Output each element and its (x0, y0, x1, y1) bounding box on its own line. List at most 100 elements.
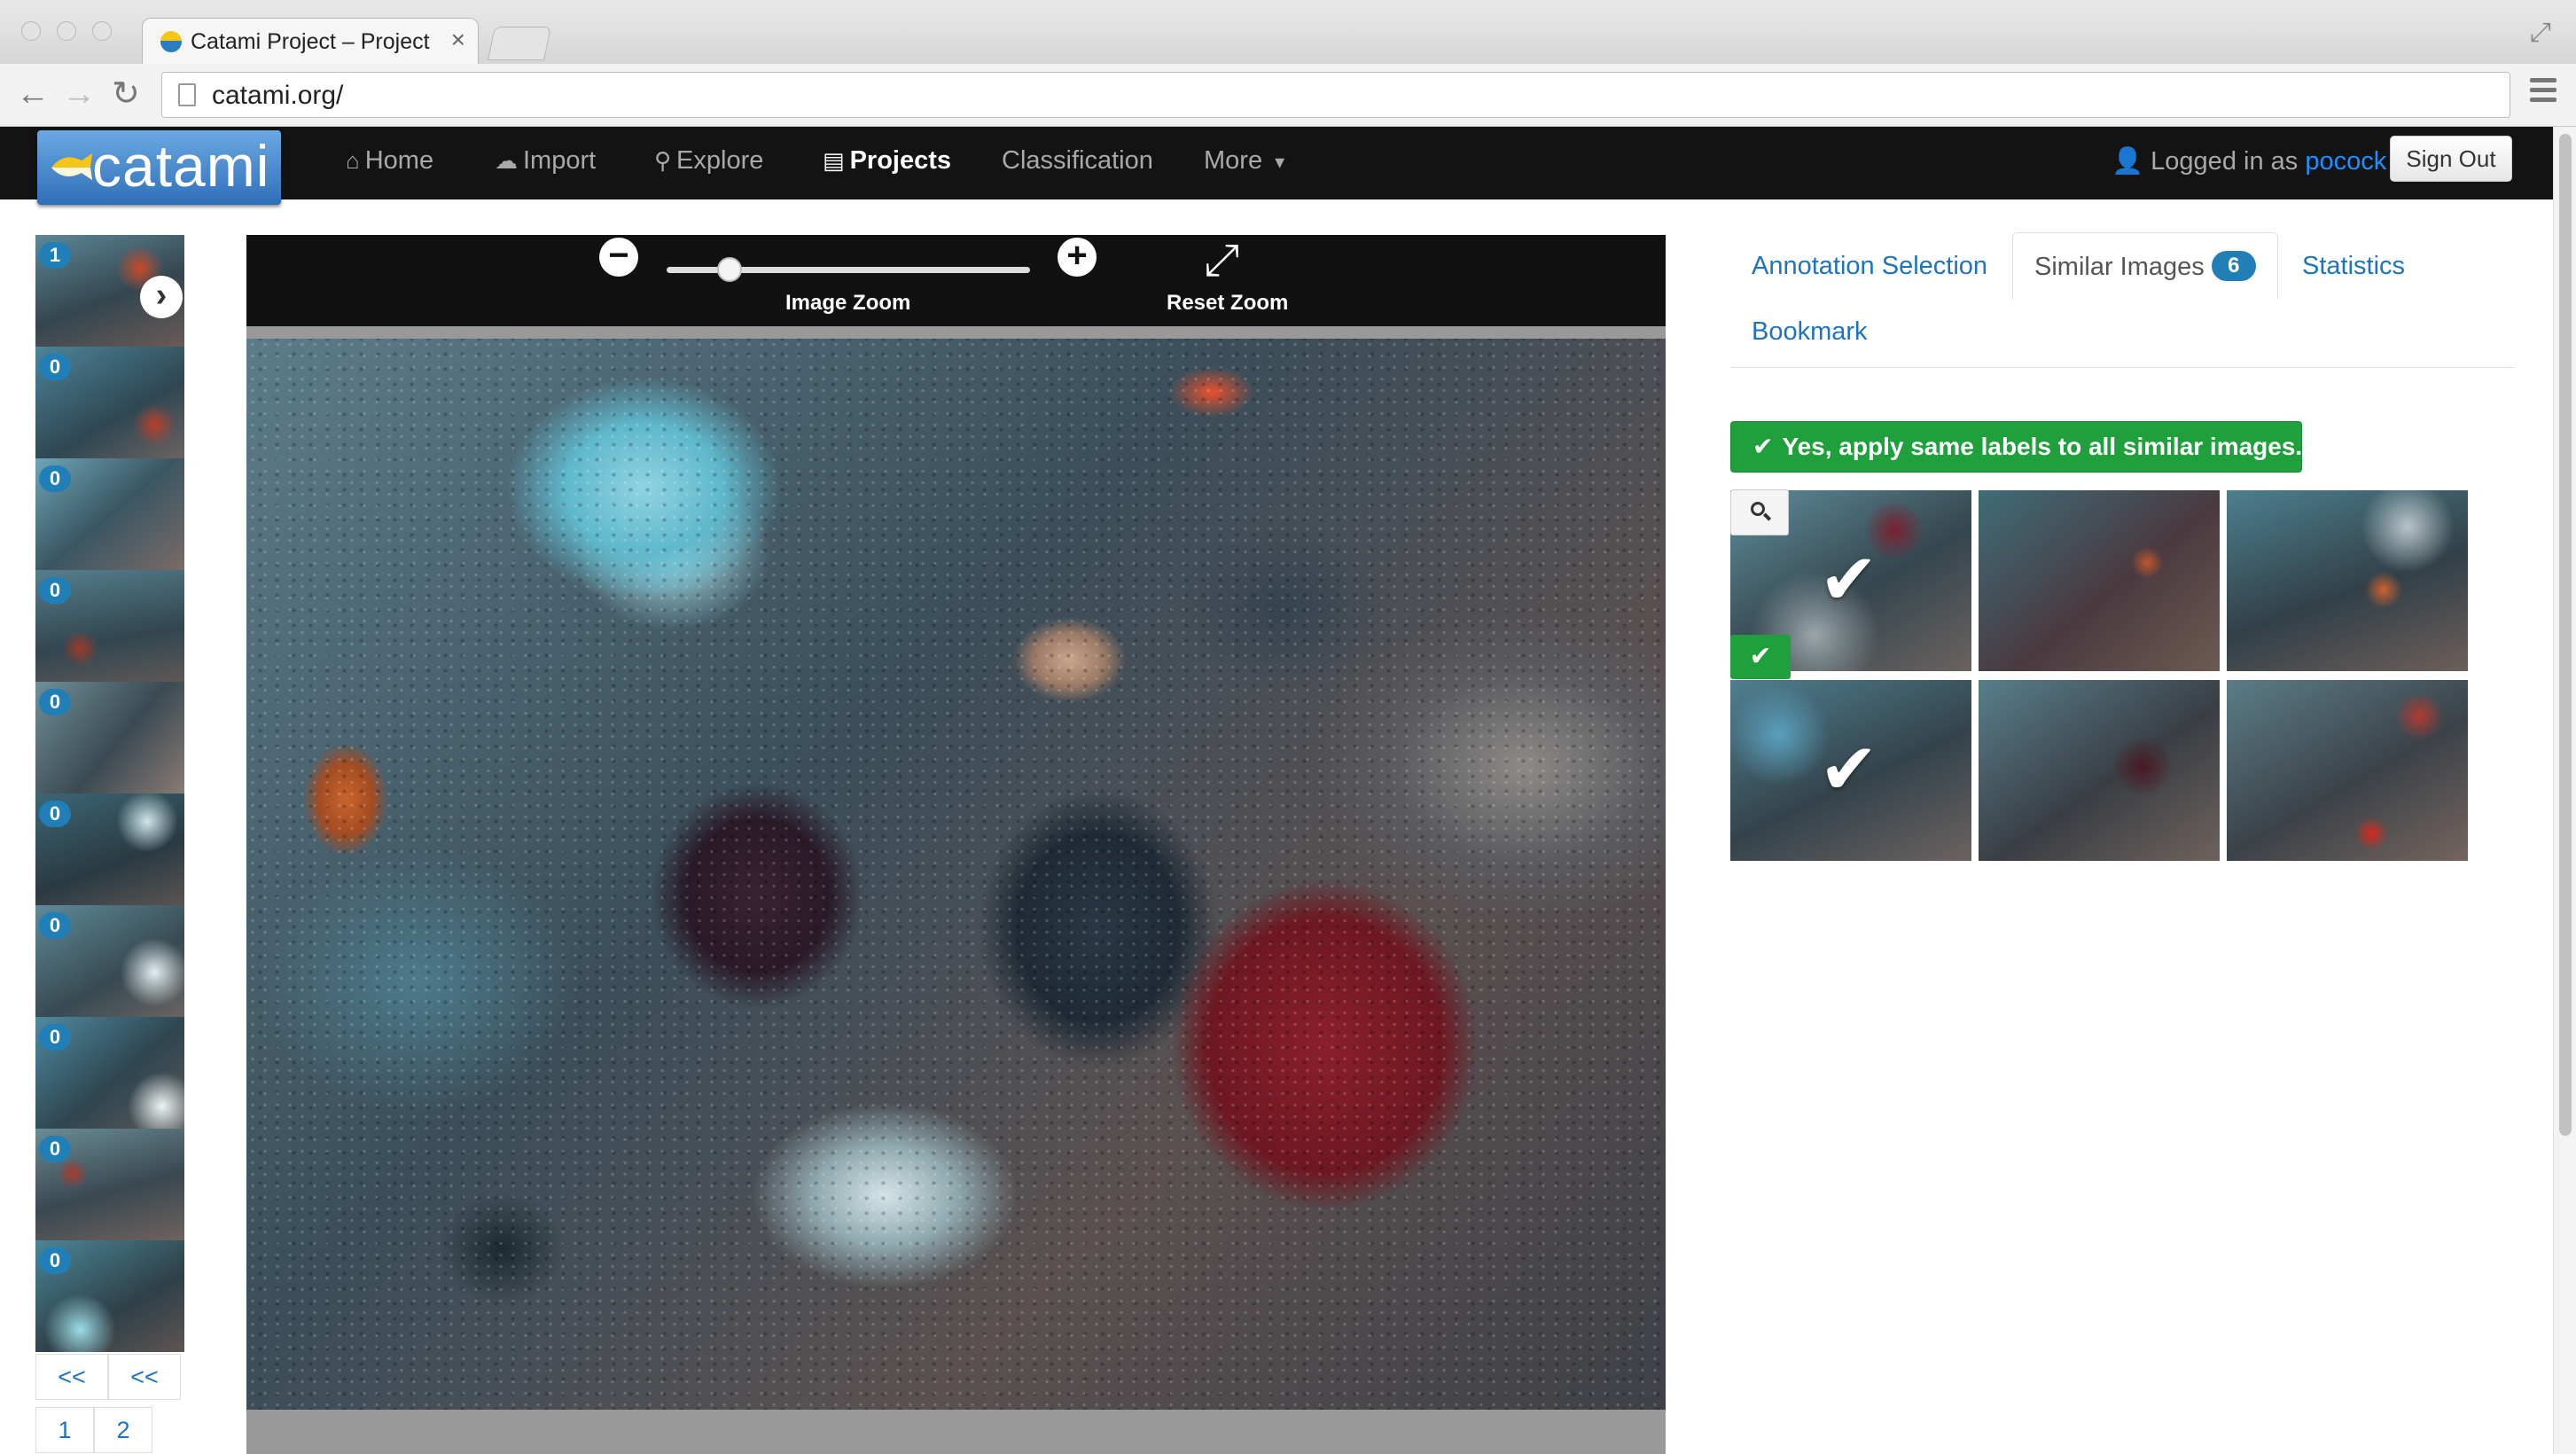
tab-similar-images[interactable]: Similar Images 6 (2012, 232, 2278, 300)
thumbnail-item[interactable]: 1 › (35, 235, 184, 347)
cloud-upload-icon: ☁ (495, 147, 518, 174)
thumbnail-item[interactable]: 0 (35, 1017, 184, 1129)
annotation-count-badge: 0 (39, 912, 71, 939)
annotation-count-badge: 0 (39, 577, 71, 604)
thumbnail-item[interactable]: 0 (35, 458, 184, 570)
username-link[interactable]: pocock (2305, 147, 2386, 176)
page-icon (178, 83, 196, 106)
viewer-footer (246, 1410, 1666, 1454)
similar-image-tile[interactable] (1979, 490, 2220, 671)
selected-check-icon: ✔ (1819, 730, 1879, 809)
back-icon[interactable]: ← (16, 74, 50, 113)
check-icon: ✔ (1752, 433, 1774, 460)
tab-annotation-selection[interactable]: Annotation Selection (1752, 252, 1987, 281)
browser-tab-title: Catami Project – Project Li (191, 29, 430, 54)
nav-explore-label: Explore (676, 146, 764, 175)
similar-image-tile[interactable] (2227, 490, 2468, 671)
forward-icon[interactable]: → (62, 74, 96, 113)
annotation-count-badge: 0 (39, 801, 71, 827)
annotation-count-badge: 0 (39, 1136, 71, 1162)
viewer-toolbar (246, 235, 1666, 339)
list-icon: ▤ (823, 147, 845, 174)
similar-count-badge: 6 (2211, 251, 2256, 281)
zoom-in-icon[interactable]: + (1058, 238, 1097, 277)
annotation-count-badge: 0 (39, 1247, 71, 1274)
thumbnail-strip: 1 › 0 0 0 0 0 0 0 0 0 (35, 235, 184, 1352)
fullscreen-icon[interactable]: ⤢ (2530, 18, 2551, 48)
nav-import-label: Import (523, 146, 597, 175)
nav-home-label: Home (364, 146, 434, 175)
home-icon: ⌂ (346, 147, 360, 174)
image-texture (246, 339, 1666, 1410)
magnify-icon[interactable] (1730, 489, 1789, 535)
logged-in-label: Logged in as (2151, 147, 2299, 176)
brand-logo[interactable]: catami (37, 130, 281, 205)
page-1-button[interactable]: 1 (35, 1407, 94, 1453)
nav-classification[interactable]: Classification (1002, 146, 1153, 176)
thumbnail-item[interactable]: 0 (35, 1129, 184, 1240)
nav-import[interactable]: ☁ Import (495, 146, 596, 176)
window-close-button[interactable] (21, 21, 41, 41)
annotation-count-badge: 0 (39, 689, 71, 715)
fish-logo-icon (51, 153, 92, 180)
thumbnail-item[interactable]: 0 (35, 682, 184, 793)
next-image-icon[interactable]: › (140, 276, 183, 318)
caret-down-icon: ▾ (1275, 151, 1285, 173)
annotation-count-badge: 0 (39, 465, 71, 492)
prev-page-button[interactable]: << (35, 1354, 108, 1400)
nav-explore[interactable]: ⚲ Explore (654, 146, 763, 176)
favicon-icon (160, 31, 182, 52)
thumbnail-item[interactable]: 0 (35, 347, 184, 458)
annotation-count-badge: 1 (39, 242, 71, 269)
window-minimize-button[interactable] (57, 21, 76, 41)
viewer-border (246, 326, 1666, 339)
reload-icon[interactable]: ↻ (112, 74, 140, 113)
brand-name: catami (92, 133, 270, 199)
tab-close-icon[interactable]: × (451, 26, 465, 54)
nav-classification-label: Classification (1002, 146, 1153, 175)
apply-labels-label: Yes, apply same labels to all similar im… (1782, 433, 2303, 460)
app-navbar: catami ⌂ Home ☁ Import ⚲ Explore ▤ Projects … (0, 127, 2553, 205)
nav-home[interactable]: ⌂ Home (346, 146, 433, 176)
tab-bookmark[interactable]: Bookmark (1752, 317, 1868, 347)
similar-image-tile[interactable] (1979, 680, 2220, 861)
similar-image-tile[interactable] (2227, 680, 2468, 861)
nav-projects[interactable]: ▤ Projects (823, 146, 951, 176)
reset-zoom-label: Reset Zoom (1167, 291, 1289, 315)
reset-zoom-icon[interactable]: ⤢ (1204, 238, 1239, 282)
new-tab-button[interactable] (487, 27, 552, 60)
annotation-count-badge: 0 (39, 354, 71, 380)
thumbnail-item[interactable]: 0 (35, 570, 184, 682)
selected-check-icon: ✔ (1819, 540, 1879, 619)
thumbnail-item[interactable]: 0 (35, 793, 184, 905)
image-zoom-label: Image Zoom (785, 291, 911, 315)
first-page-button[interactable]: << (108, 1354, 181, 1400)
annotation-image[interactable] (246, 339, 1666, 1410)
apply-labels-button[interactable]: ✔ Yes, apply same labels to all similar i… (1730, 421, 2302, 473)
page-2-button[interactable]: 2 (94, 1407, 152, 1453)
browser-tab[interactable]: Catami Project – Project Li × (142, 18, 479, 64)
tab-statistics[interactable]: Statistics (2302, 252, 2405, 281)
nav-projects-label: Projects (849, 146, 952, 175)
address-url: catami.org/ (212, 81, 344, 110)
search-icon: ⚲ (654, 147, 672, 174)
browser-tab-bar: Catami Project – Project Li × ⤢ (0, 0, 2576, 65)
thumbnail-item[interactable]: 0 (35, 905, 184, 1017)
scrollbar-thumb[interactable] (2559, 134, 2572, 1136)
similar-image-tile[interactable]: ✔ (1730, 680, 1971, 861)
browser-toolbar: ← → ↻ catami.org/ (0, 64, 2576, 127)
user-icon: 👤 (2112, 147, 2144, 176)
zoom-out-icon[interactable]: − (599, 238, 638, 277)
login-status: 👤 Logged in as pocock (2112, 146, 2386, 176)
sign-out-button[interactable]: Sign Out (2390, 136, 2512, 182)
nav-more-label: More (1204, 146, 1263, 175)
selected-badge-icon[interactable]: ✔ (1730, 635, 1791, 679)
nav-more[interactable]: More ▾ (1204, 146, 1290, 176)
browser-menu-icon[interactable] (2530, 78, 2556, 107)
address-bar[interactable]: catami.org/ (161, 72, 2510, 118)
window-zoom-button[interactable] (92, 21, 112, 41)
thumbnail-item[interactable]: 0 (35, 1240, 184, 1352)
page-scrollbar[interactable] (2553, 127, 2576, 1454)
annotation-count-badge: 0 (39, 1024, 71, 1051)
tab-similar-images-label: Similar Images (2034, 253, 2205, 281)
